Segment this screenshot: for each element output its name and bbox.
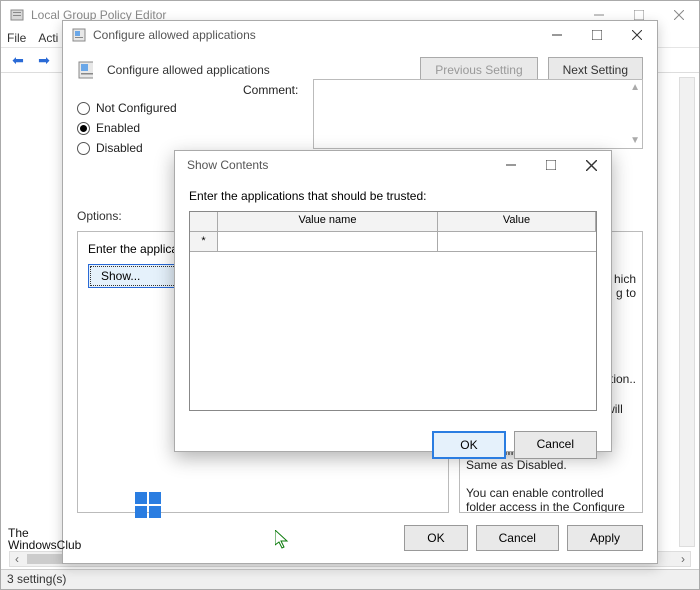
policy-icon-large <box>77 62 93 78</box>
show-contents-title: Show Contents <box>183 158 491 172</box>
grid-header-value[interactable]: Value <box>438 212 596 231</box>
vertical-scrollbar[interactable] <box>679 77 695 547</box>
sc-minimize-button[interactable] <box>491 151 531 179</box>
back-button[interactable]: ⬅ <box>7 49 29 71</box>
config-maximize-button[interactable] <box>577 21 617 49</box>
config-button-row: OK Cancel Apply <box>404 525 643 551</box>
show-contents-button-row: OK Cancel <box>175 421 611 469</box>
help-fragment: tion.. <box>610 372 636 386</box>
options-label: Options: <box>77 209 122 223</box>
show-contents-prompt: Enter the applications that should be tr… <box>189 189 597 203</box>
radio-icon <box>77 102 90 115</box>
grid-row-indicator: * <box>190 232 218 252</box>
status-bar: 3 setting(s) <box>1 569 699 589</box>
config-header-title: Configure allowed applications <box>107 63 270 77</box>
comment-textarea[interactable]: ▲ ▼ <box>313 79 643 149</box>
show-contents-titlebar: Show Contents <box>175 151 611 179</box>
radio-label: Enabled <box>96 121 140 135</box>
scroll-up-icon[interactable]: ▲ <box>630 82 640 93</box>
scroll-right-icon[interactable]: › <box>676 552 690 566</box>
menu-file[interactable]: File <box>7 31 26 45</box>
config-ok-button[interactable]: OK <box>404 525 467 551</box>
grid-cell-value-name[interactable] <box>218 232 438 252</box>
config-minimize-button[interactable] <box>537 21 577 49</box>
grid-header: Value name Value <box>190 212 596 232</box>
menu-action[interactable]: Acti <box>38 31 58 45</box>
radio-icon-selected <box>77 122 90 135</box>
windowsclub-logo <box>135 492 163 520</box>
sc-cancel-button[interactable]: Cancel <box>514 431 597 459</box>
config-cancel-button[interactable]: Cancel <box>476 525 559 551</box>
sc-close-button[interactable] <box>571 151 611 179</box>
sc-maximize-button[interactable] <box>531 151 571 179</box>
grid-header-blank <box>190 212 218 231</box>
config-header: Configure allowed applications <box>77 62 410 78</box>
comment-label: Comment: <box>243 83 298 97</box>
close-button[interactable] <box>659 1 699 29</box>
help-text: You can enable controlled folder access … <box>466 486 636 513</box>
config-title: Configure allowed applications <box>93 28 537 42</box>
config-titlebar: Configure allowed applications <box>63 21 657 49</box>
values-grid[interactable]: Value name Value * <box>189 211 597 411</box>
scroll-down-icon[interactable]: ▼ <box>630 135 640 146</box>
radio-label: Disabled <box>96 141 143 155</box>
scroll-left-icon[interactable]: ‹ <box>10 552 24 566</box>
radio-label: Not Configured <box>96 101 177 115</box>
policy-icon <box>71 27 87 43</box>
config-close-button[interactable] <box>617 21 657 49</box>
status-text: 3 setting(s) <box>7 572 66 586</box>
forward-button[interactable]: ➡ <box>33 49 55 71</box>
grid-row[interactable]: * <box>190 232 596 252</box>
radio-icon <box>77 142 90 155</box>
config-apply-button[interactable]: Apply <box>567 525 643 551</box>
grid-header-value-name[interactable]: Value name <box>218 212 438 231</box>
help-fragment: g to <box>614 286 636 300</box>
show-contents-dialog: Show Contents Enter the applications tha… <box>174 150 612 452</box>
grid-cell-value[interactable] <box>438 232 596 252</box>
gpedit-icon <box>9 7 25 23</box>
sc-ok-button[interactable]: OK <box>432 431 505 459</box>
help-fragment: hich <box>614 272 636 286</box>
